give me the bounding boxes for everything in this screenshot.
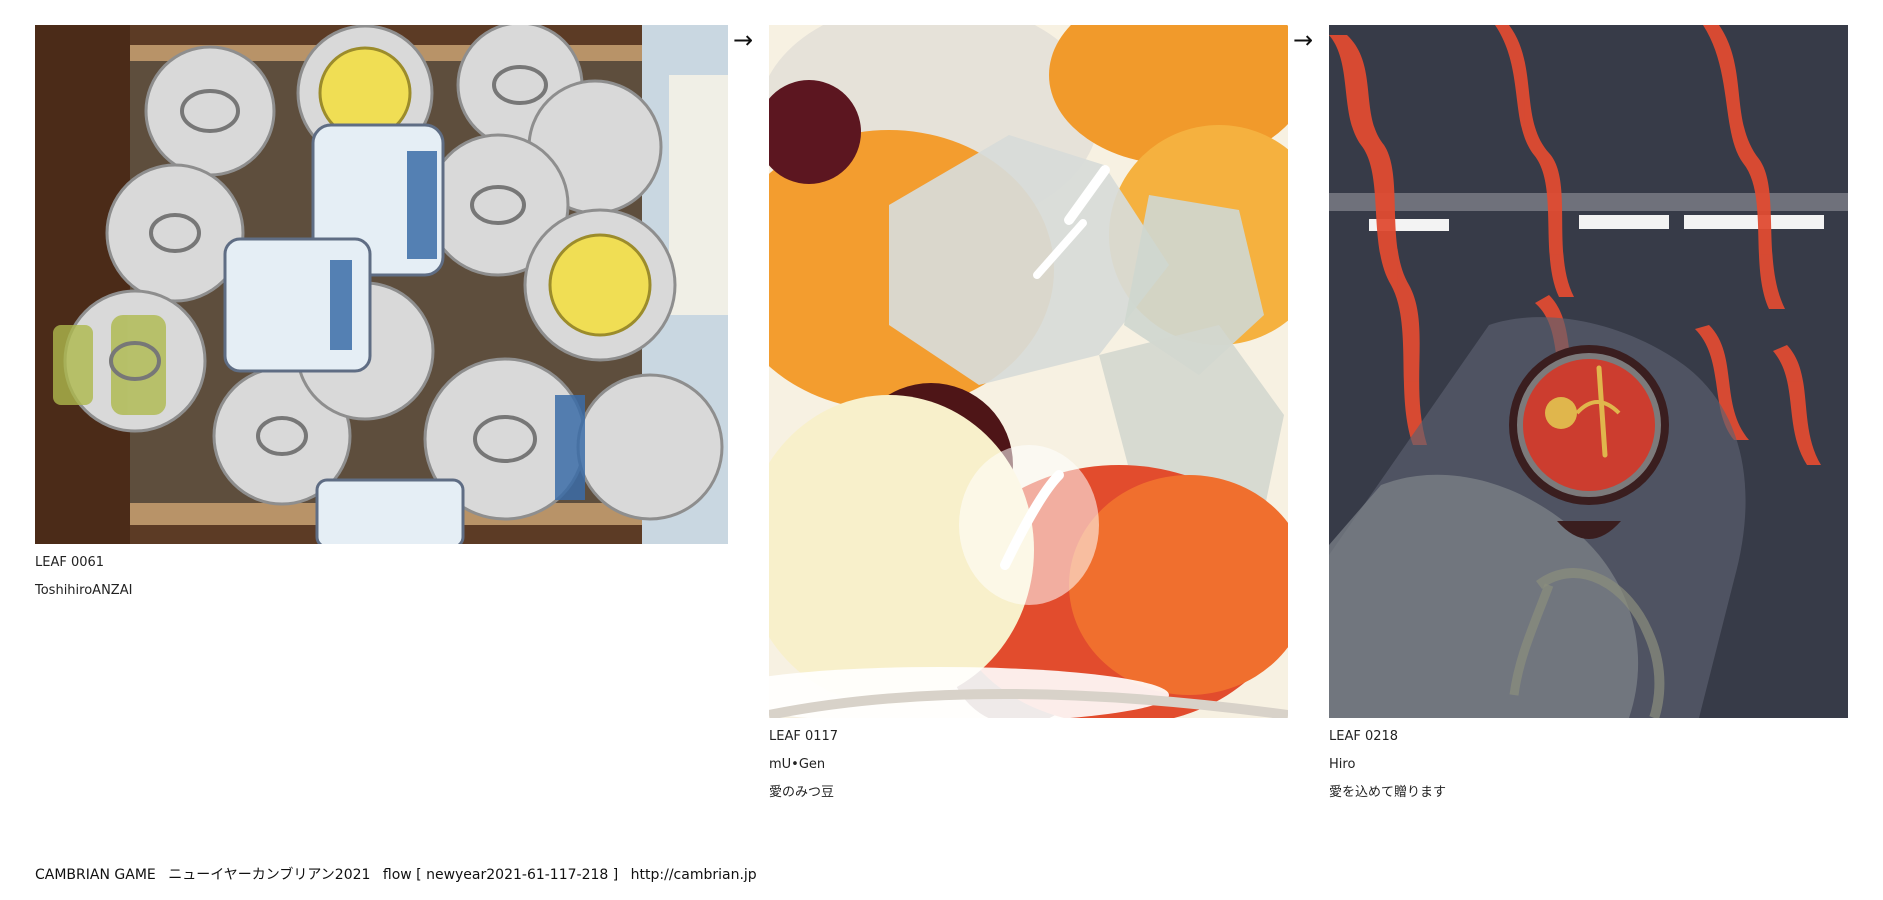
mitsumame-dessert-image — [769, 25, 1288, 718]
flow-arrow-2: → — [1293, 26, 1314, 54]
leaf-0117-id: LEAF 0117 — [769, 729, 839, 744]
page-canvas: LEAF 0061 ToshihiroANZAI → LEAF 0117 mU•… — [0, 0, 1883, 900]
leaf-0218-title: 愛を込めて贈ります — [1329, 785, 1447, 800]
footer-flow: flow [ newyear2021-61-117-218 ] — [382, 867, 619, 883]
footer-url[interactable]: http://cambrian.jp — [631, 867, 757, 883]
leaf-0117-title: 愛のみつ豆 — [769, 785, 835, 800]
leaf-0218-photo[interactable] — [1329, 25, 1848, 718]
leaf-0117-photo[interactable] — [769, 25, 1288, 718]
leaf-0117-author: mU•Gen — [769, 757, 826, 772]
flow-arrow-1: → — [733, 26, 754, 54]
footer-info: CAMBRIAN GAME ニューイヤーカンブリアン2021 flow [ ne… — [35, 866, 757, 884]
footer-event: ニューイヤーカンブリアン2021 — [168, 867, 371, 883]
leaf-0061-author: ToshihiroANZAI — [35, 583, 133, 598]
leaf-0218-id: LEAF 0218 — [1329, 729, 1399, 744]
leaf-0218-author: Hiro — [1329, 757, 1356, 772]
canned-food-image — [35, 25, 728, 544]
gift-reflection-image — [1329, 25, 1848, 718]
footer-brand: CAMBRIAN GAME — [35, 867, 156, 883]
leaf-0061-photo[interactable] — [35, 25, 728, 544]
leaf-0061-id: LEAF 0061 — [35, 555, 105, 570]
